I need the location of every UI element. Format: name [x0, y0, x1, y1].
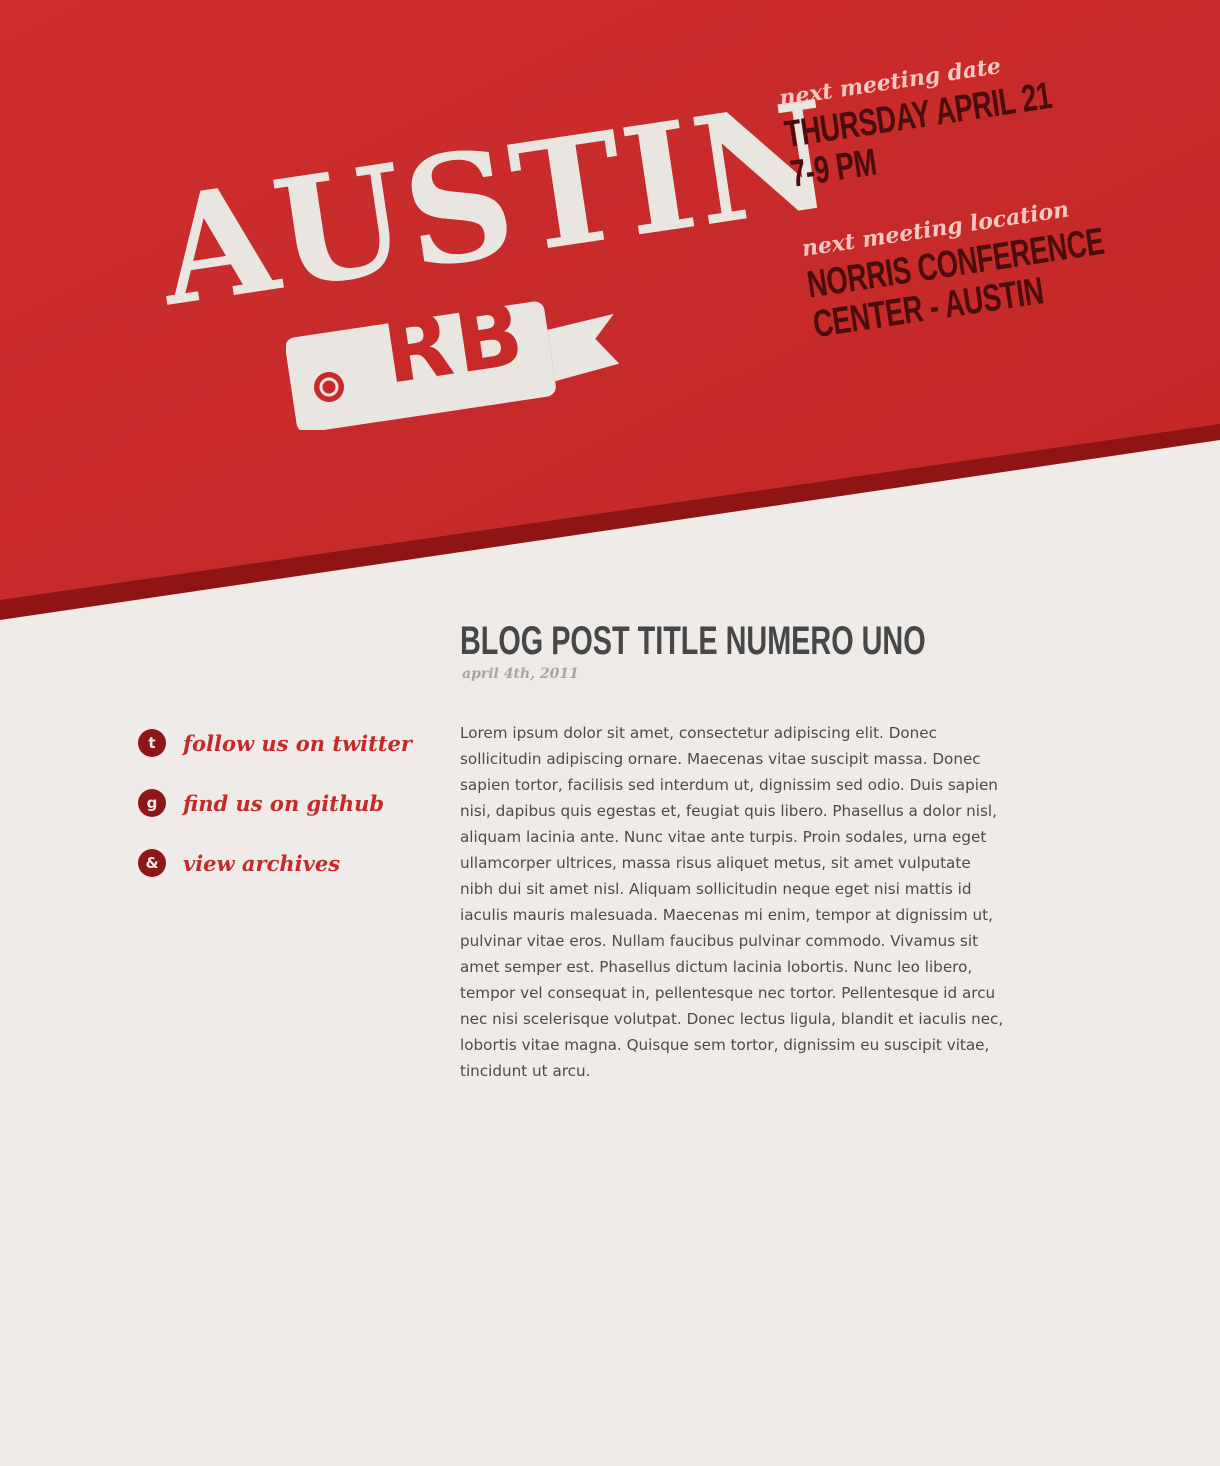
- blog-post: BLOG POST TITLE NUMERO UNO april 4th, 20…: [460, 618, 1005, 1084]
- twitter-link[interactable]: t follow us on twitter: [138, 728, 428, 758]
- post-title[interactable]: BLOG POST TITLE NUMERO UNO: [460, 618, 926, 664]
- ruby-emblem-icon: &: [138, 849, 166, 877]
- post-date: april 4th, 2011: [462, 666, 579, 682]
- austin-rb-logo[interactable]: AUSTIN RB: [140, 67, 844, 440]
- archives-link[interactable]: & view archives: [138, 848, 428, 878]
- post-body: Lorem ipsum dolor sit amet, consectetur …: [460, 724, 1004, 1080]
- github-icon: g: [138, 789, 166, 817]
- twitter-icon: t: [138, 729, 166, 757]
- github-link-label: find us on github: [183, 790, 385, 816]
- meeting-info: next meeting date THURSDAY APRIL 21 7-9 …: [778, 39, 1143, 346]
- sidebar-links: t follow us on twitter g find us on gith…: [138, 728, 428, 908]
- page: AUSTIN RB next meeting date THURSDAY APR…: [0, 0, 1220, 1466]
- github-link[interactable]: g find us on github: [138, 788, 428, 818]
- twitter-link-label: follow us on twitter: [183, 730, 412, 756]
- archives-link-label: view archives: [183, 850, 341, 876]
- logo-group-text: RB: [376, 280, 534, 404]
- ruby-emblem-icon: [314, 372, 344, 402]
